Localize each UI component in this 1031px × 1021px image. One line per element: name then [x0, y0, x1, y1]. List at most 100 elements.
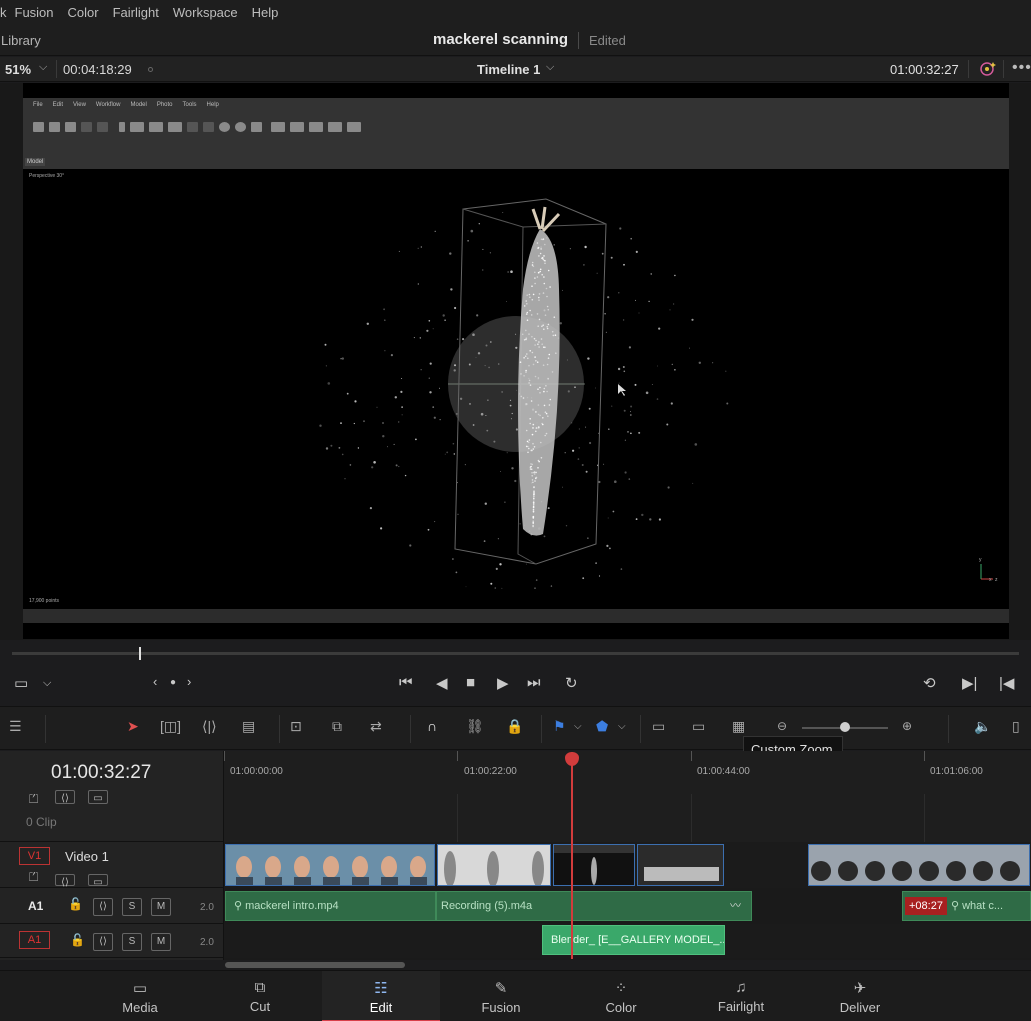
prev-edit-icon[interactable]: |◀: [999, 674, 1014, 692]
menu-item-fairlight[interactable]: Fairlight: [113, 5, 159, 20]
audio-clip-blender[interactable]: Blender_ [E__GALLERY MODEL_...: [542, 925, 725, 955]
mute-button[interactable]: M: [151, 933, 171, 951]
audio-clip-recording[interactable]: Recording (5).m4a 〰: [436, 891, 752, 921]
sparkle-icon[interactable]: [978, 60, 998, 78]
zoom-slider-handle[interactable]: [840, 722, 850, 732]
clip-thumbnails: [809, 845, 1029, 885]
scrubber-handle[interactable]: [139, 647, 141, 660]
chevron-down-icon[interactable]: ⌵: [574, 721, 582, 741]
match-frame-icon[interactable]: ⟲: [923, 674, 936, 692]
page-tab-deliver[interactable]: ✈ Deliver: [801, 971, 919, 1021]
lock-icon[interactable]: 🔓: [70, 933, 85, 947]
video-clip-pointcloud[interactable]: [553, 844, 635, 886]
selection-tool-icon[interactable]: ➤: [127, 718, 139, 738]
linked-selection-icon[interactable]: ⛓: [466, 718, 484, 738]
next-edit-icon[interactable]: ▶|: [962, 674, 977, 692]
play-icon[interactable]: ▶: [497, 674, 509, 692]
track-tag-v1[interactable]: V1: [19, 847, 50, 865]
inner-status-bar: [23, 609, 1009, 623]
next-marker-icon[interactable]: ›: [187, 674, 191, 689]
stop-icon[interactable]: ■: [466, 674, 475, 691]
viewer-toolbar: 51% ⌵ 00:04:18:29 Timeline 1 ⌵ 01:00:32:…: [0, 57, 1031, 82]
inner-menu: File Edit View Workflow Model Photo Tool…: [33, 102, 219, 108]
menu-item-workspace[interactable]: Workspace: [173, 5, 238, 20]
zoom-level[interactable]: 51%: [5, 62, 31, 77]
solo-button[interactable]: S: [122, 933, 142, 951]
video-clip-recording[interactable]: [437, 844, 551, 886]
replace-clip-icon[interactable]: ⇄: [370, 718, 382, 738]
position-lock-icon[interactable]: 🔒: [506, 718, 523, 738]
snapping-icon[interactable]: ∩: [427, 718, 437, 738]
loop-icon[interactable]: ↻: [565, 674, 578, 692]
video-clip-intro[interactable]: [225, 844, 435, 886]
ruler-tick: [457, 751, 458, 761]
auto-select-icon[interactable]: ⟨⟩: [55, 790, 75, 804]
viewer-mode-icon[interactable]: ▭: [14, 674, 28, 692]
library-button[interactable]: Library: [1, 33, 41, 48]
auto-select-icon[interactable]: ⟨⟩: [93, 933, 113, 951]
audio-clip-what[interactable]: +08:27 ⚲ what c...: [902, 891, 1031, 921]
audio-volume-icon[interactable]: 🔈: [974, 718, 991, 738]
timeline-tracks[interactable]: ⚲ mackerel intro.mp4 Recording (5).m4a 〰 …: [224, 794, 1031, 960]
video-clip-blender[interactable]: [637, 844, 724, 886]
playhead[interactable]: [571, 752, 573, 959]
menu-item-help[interactable]: Help: [252, 5, 279, 20]
dynamic-trim-icon[interactable]: ⟨|⟩: [202, 718, 217, 738]
audio-clip-intro[interactable]: ⚲ mackerel intro.mp4: [225, 891, 436, 921]
chevron-down-icon[interactable]: ⌵: [618, 721, 626, 741]
custom-zoom-icon[interactable]: ▦: [732, 718, 745, 738]
chevron-down-icon[interactable]: ⌵: [43, 677, 51, 690]
track-name[interactable]: Video 1: [65, 849, 109, 864]
menu-item-color[interactable]: Color: [68, 5, 99, 20]
dot-icon[interactable]: ●: [170, 677, 176, 688]
chevron-down-icon[interactable]: ⌵: [39, 61, 47, 74]
select-icon: [119, 122, 125, 132]
zoom-in-icon[interactable]: ⊕: [902, 719, 912, 739]
page-tab-media[interactable]: ▭ Media: [81, 971, 199, 1021]
page-tab-color[interactable]: ⁘ Color: [562, 971, 680, 1021]
trim-tool-icon[interactable]: [◫]: [160, 718, 181, 738]
marker-icon[interactable]: ⬟: [596, 718, 608, 738]
point-count: 17,900 points: [29, 598, 60, 604]
go-to-end-icon[interactable]: ⏭: [527, 674, 541, 691]
auto-select-icon[interactable]: ⟨⟩: [55, 874, 75, 888]
lock-icon[interactable]: 🔓: [68, 897, 83, 911]
lock-icon[interactable]: ⏍: [29, 870, 38, 885]
timeline-ruler[interactable]: 01:00:00:00 01:00:22:00 01:00:44:00 01:0…: [224, 751, 1031, 794]
overwrite-clip-icon[interactable]: ⧉: [332, 718, 342, 738]
resolve-window: k Fusion Color Fairlight Workspace Help …: [0, 0, 1031, 1021]
mute-button[interactable]: M: [151, 898, 171, 916]
page-tab-cut[interactable]: ⧉ Cut: [201, 971, 319, 1021]
video-clip-gallery[interactable]: [808, 844, 1030, 886]
detail-zoom-icon[interactable]: ▭: [692, 718, 705, 738]
lock-icon[interactable]: ⏍: [29, 792, 38, 807]
paint-icon: [149, 122, 163, 132]
camera-icon: [328, 122, 342, 132]
full-extent-zoom-icon[interactable]: ▭: [652, 718, 665, 738]
timeline-scrollbar[interactable]: [225, 962, 405, 968]
insert-clip-icon[interactable]: ⊡: [290, 718, 302, 738]
track-tag-a1[interactable]: A1: [28, 899, 43, 913]
viewer-scrubber[interactable]: [12, 652, 1019, 655]
ruler-tick: [691, 751, 692, 761]
menu-item-fusion[interactable]: Fusion: [15, 5, 54, 20]
flag-icon[interactable]: ⚑: [553, 718, 566, 738]
page-tab-fairlight[interactable]: ♫ Fairlight: [682, 971, 800, 1021]
blade-tool-icon[interactable]: ▤: [242, 718, 255, 738]
auto-select-icon[interactable]: ⟨⟩: [93, 898, 113, 916]
timeline-name[interactable]: Timeline 1: [477, 62, 540, 77]
go-to-start-icon[interactable]: ⏮: [399, 674, 413, 691]
page-tab-edit[interactable]: ☷ Edit: [322, 971, 440, 1021]
prev-marker-icon[interactable]: ‹: [153, 674, 157, 689]
page-tab-fusion[interactable]: ✎ Fusion: [442, 971, 560, 1021]
track-output-icon[interactable]: ▭: [88, 790, 108, 804]
menu-item-k[interactable]: k: [0, 5, 7, 20]
solo-button[interactable]: S: [122, 898, 142, 916]
track-output-icon[interactable]: ▭: [88, 874, 108, 888]
meter-icon[interactable]: ▯: [1012, 718, 1020, 738]
track-tag-a1[interactable]: A1: [19, 931, 50, 949]
more-options-icon[interactable]: •••: [1012, 59, 1031, 77]
timeline-view-icon[interactable]: ☰: [9, 718, 22, 738]
step-back-icon[interactable]: ◀: [436, 674, 448, 692]
chevron-down-icon[interactable]: ⌵: [546, 61, 554, 74]
